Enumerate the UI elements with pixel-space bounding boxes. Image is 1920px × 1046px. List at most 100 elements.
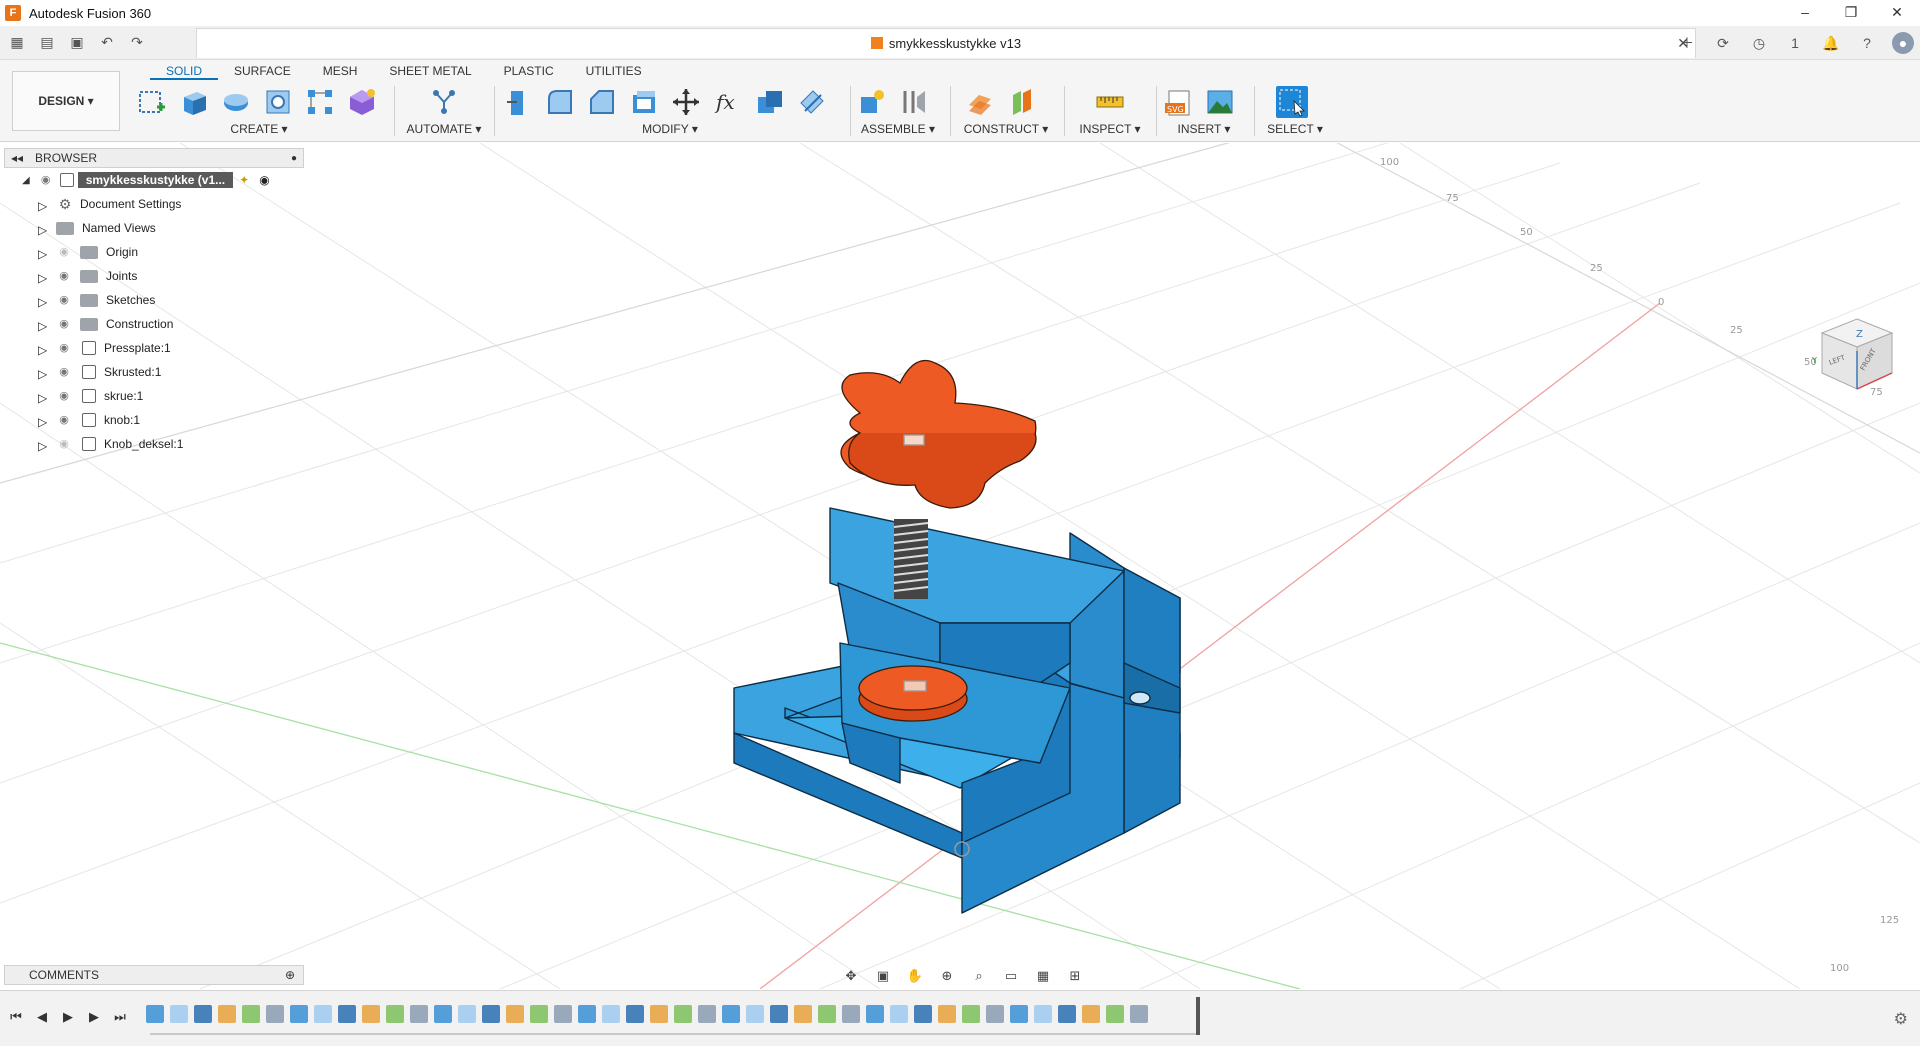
parameters-fx-icon[interactable]: fx bbox=[712, 86, 744, 118]
create-sketch-icon[interactable] bbox=[136, 86, 168, 118]
radio-activate-icon[interactable]: ◉ bbox=[259, 173, 269, 187]
timeline-feature-icon[interactable] bbox=[914, 1005, 932, 1023]
construct-menu-label[interactable]: CONSTRUCT ▾ bbox=[956, 122, 1056, 136]
new-tab-plus-icon[interactable]: ＋ bbox=[1676, 32, 1698, 54]
orbit-icon[interactable]: ✥ bbox=[840, 967, 862, 985]
timeline-feature-icon[interactable] bbox=[890, 1005, 908, 1023]
timeline-feature-icon[interactable] bbox=[602, 1005, 620, 1023]
timeline-feature-icon[interactable] bbox=[986, 1005, 1004, 1023]
timeline-feature-icon[interactable] bbox=[458, 1005, 476, 1023]
expand-triangle-icon[interactable]: ▷ bbox=[38, 199, 48, 213]
split-body-icon[interactable] bbox=[796, 86, 828, 118]
joint-icon[interactable] bbox=[898, 86, 930, 118]
collapse-browser-icon[interactable]: ◂◂ bbox=[11, 151, 23, 165]
timeline-feature-icon[interactable] bbox=[746, 1005, 764, 1023]
timeline-feature-icon[interactable] bbox=[482, 1005, 500, 1023]
offset-plane-icon[interactable] bbox=[964, 86, 996, 118]
root-expand-triangle-icon[interactable]: ◢ bbox=[22, 175, 30, 186]
select-menu-label[interactable]: SELECT ▾ bbox=[1260, 122, 1330, 136]
timeline-feature-icon[interactable] bbox=[770, 1005, 788, 1023]
timeline-forward-icon[interactable]: ▶ bbox=[86, 1009, 102, 1025]
timeline-feature-icon[interactable] bbox=[1082, 1005, 1100, 1023]
timeline-feature-icon[interactable] bbox=[842, 1005, 860, 1023]
comments-panel[interactable]: COMMENTS ⊕ bbox=[4, 965, 304, 985]
undo-icon[interactable]: ↶ bbox=[96, 31, 118, 53]
timeline-feature-icon[interactable] bbox=[218, 1005, 236, 1023]
expand-triangle-icon[interactable]: ▷ bbox=[38, 367, 48, 381]
notifications-bell-icon[interactable]: 🔔 bbox=[1820, 32, 1842, 54]
timeline-end-icon[interactable]: ⏭ bbox=[112, 1009, 128, 1025]
form-icon[interactable] bbox=[346, 86, 378, 118]
tab-plastic[interactable]: PLASTIC bbox=[488, 62, 570, 80]
expand-triangle-icon[interactable]: ▷ bbox=[38, 295, 48, 309]
close-window-button[interactable]: ✕ bbox=[1874, 0, 1920, 26]
file-menu-icon[interactable]: ▤ bbox=[36, 31, 58, 53]
expand-triangle-icon[interactable]: ▷ bbox=[38, 391, 48, 405]
browser-item-origin[interactable]: ▷ ◉ Origin bbox=[4, 240, 304, 264]
automate-icon[interactable] bbox=[428, 86, 460, 118]
new-component-icon[interactable] bbox=[856, 86, 888, 118]
browser-item-knob-deksel[interactable]: ▷ ◉ Knob_deksel:1 bbox=[4, 432, 304, 456]
timeline-feature-icon[interactable] bbox=[578, 1005, 596, 1023]
visibility-eye-icon[interactable]: ◉ bbox=[56, 295, 72, 306]
combine-icon[interactable] bbox=[754, 86, 786, 118]
timeline-marker[interactable] bbox=[1196, 997, 1200, 1035]
timeline-feature-icon[interactable] bbox=[1010, 1005, 1028, 1023]
activate-bulb-icon[interactable]: ✦ bbox=[239, 173, 249, 187]
expand-triangle-icon[interactable]: ▷ bbox=[38, 343, 48, 357]
browser-item-named-views[interactable]: ▷ Named Views bbox=[4, 216, 304, 240]
browser-options-icon[interactable]: ● bbox=[291, 153, 297, 164]
timeline-feature-icon[interactable] bbox=[650, 1005, 668, 1023]
timeline-feature-icon[interactable] bbox=[698, 1005, 716, 1023]
viewports-icon[interactable]: ⊞ bbox=[1064, 967, 1086, 985]
create-menu-label[interactable]: CREATE ▾ bbox=[134, 122, 384, 136]
pan-hand-icon[interactable]: ✋ bbox=[904, 967, 926, 985]
display-settings-icon[interactable]: ▭ bbox=[1000, 967, 1022, 985]
tab-sheet-metal[interactable]: SHEET METAL bbox=[373, 62, 487, 80]
pattern-icon[interactable] bbox=[304, 86, 336, 118]
insert-svg-icon[interactable]: SVG bbox=[1162, 86, 1194, 118]
timeline-feature-icon[interactable] bbox=[170, 1005, 188, 1023]
plane-at-angle-icon[interactable] bbox=[1006, 86, 1038, 118]
extensions-icon[interactable]: ⟳ bbox=[1712, 32, 1734, 54]
select-tool-icon[interactable] bbox=[1276, 86, 1308, 118]
hole-icon[interactable] bbox=[262, 86, 294, 118]
shell-icon[interactable] bbox=[628, 86, 660, 118]
move-copy-icon[interactable] bbox=[670, 86, 702, 118]
view-cube[interactable]: Z LEFT FRONT Y bbox=[1812, 311, 1902, 401]
grid-settings-icon[interactable]: ▦ bbox=[1032, 967, 1054, 985]
timeline-feature-icon[interactable] bbox=[818, 1005, 836, 1023]
assemble-menu-label[interactable]: ASSEMBLE ▾ bbox=[856, 122, 940, 136]
user-avatar[interactable]: ● bbox=[1892, 32, 1914, 54]
timeline-feature-icon[interactable] bbox=[242, 1005, 260, 1023]
tab-utilities[interactable]: UTILITIES bbox=[570, 62, 658, 80]
timeline-feature-icon[interactable] bbox=[338, 1005, 356, 1023]
browser-root-row[interactable]: ◢ ◉ smykkesskustykke (v1... ✦ ◉ bbox=[4, 168, 304, 192]
timeline-feature-icon[interactable] bbox=[1058, 1005, 1076, 1023]
inspect-menu-label[interactable]: INSPECT ▾ bbox=[1070, 122, 1150, 136]
timeline-settings-gear-icon[interactable]: ⚙ bbox=[1894, 1009, 1908, 1029]
timeline-feature-icon[interactable] bbox=[554, 1005, 572, 1023]
timeline-feature-icon[interactable] bbox=[530, 1005, 548, 1023]
visibility-eye-icon[interactable]: ◉ bbox=[56, 415, 72, 426]
timeline-feature-icon[interactable] bbox=[290, 1005, 308, 1023]
fillet-icon[interactable] bbox=[544, 86, 576, 118]
automate-menu-label[interactable]: AUTOMATE ▾ bbox=[400, 122, 488, 136]
timeline-back-icon[interactable]: ◀ bbox=[34, 1009, 50, 1025]
timeline-feature-icon[interactable] bbox=[1034, 1005, 1052, 1023]
timeline-feature-icon[interactable] bbox=[266, 1005, 284, 1023]
data-panel-grid-icon[interactable]: ▦ bbox=[6, 31, 28, 53]
timeline-feature-icon[interactable] bbox=[722, 1005, 740, 1023]
browser-item-construction[interactable]: ▷ ◉ Construction bbox=[4, 312, 304, 336]
measure-icon[interactable] bbox=[1094, 86, 1126, 118]
visibility-eye-icon[interactable]: ◉ bbox=[56, 271, 72, 282]
expand-triangle-icon[interactable]: ▷ bbox=[38, 271, 48, 285]
browser-item-joints[interactable]: ▷ ◉ Joints bbox=[4, 264, 304, 288]
save-icon[interactable]: ▣ bbox=[66, 31, 88, 53]
browser-item-skrusted[interactable]: ▷ ◉ Skrusted:1 bbox=[4, 360, 304, 384]
visibility-eye-icon[interactable]: ◉ bbox=[56, 343, 72, 354]
press-pull-icon[interactable] bbox=[502, 86, 534, 118]
add-comment-icon[interactable]: ⊕ bbox=[285, 966, 295, 984]
tab-solid[interactable]: SOLID bbox=[150, 62, 219, 80]
browser-item-skrue[interactable]: ▷ ◉ skrue:1 bbox=[4, 384, 304, 408]
